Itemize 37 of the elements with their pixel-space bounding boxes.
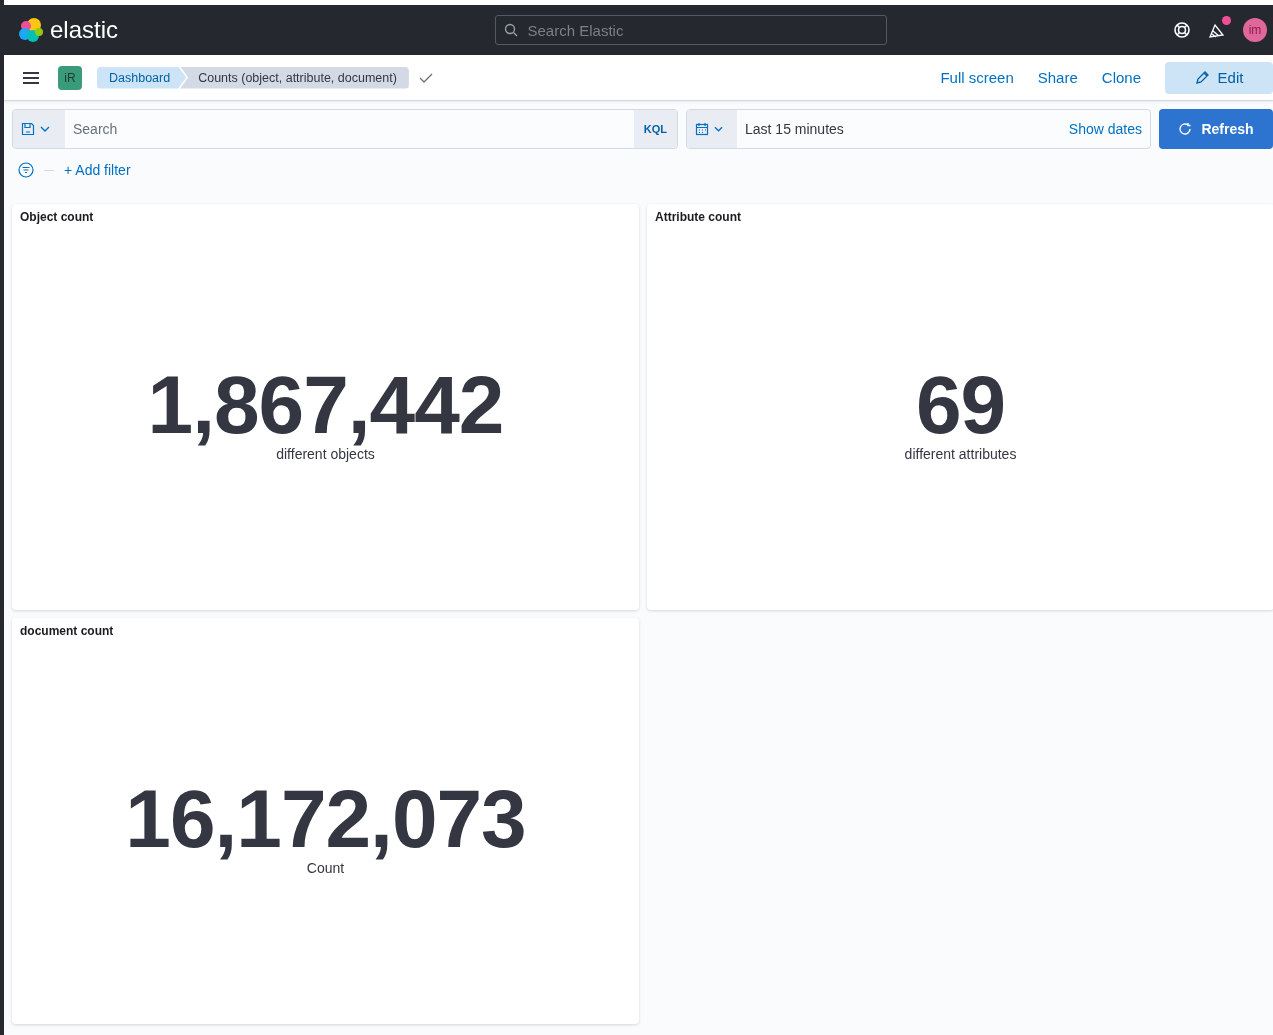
chevron-down-icon[interactable] [714, 126, 723, 132]
check-icon [418, 71, 433, 84]
user-avatar[interactable]: im [1243, 18, 1267, 42]
calendar-icon[interactable] [695, 122, 709, 136]
panel-title: Attribute count [655, 210, 742, 224]
space-avatar[interactable]: iR [58, 65, 82, 90]
save-icon[interactable] [21, 122, 35, 136]
action-link[interactable]: Share [1037, 61, 1078, 94]
menu-icon[interactable] [22, 70, 40, 85]
panel-title: Object count [20, 210, 95, 224]
search-field[interactable]: Search Elastic [494, 15, 887, 45]
filter-icon[interactable] [18, 162, 34, 178]
metric-value: 69 [915, 364, 1006, 446]
action-link[interactable]: Full screen [940, 61, 1014, 94]
metric-label: different attributes [904, 446, 1017, 462]
query-field[interactable]: Search KQL [12, 109, 678, 149]
metric-value: 16,172,073 [125, 778, 526, 860]
language-button[interactable]: KQL [633, 110, 677, 148]
metric-label: different objects [276, 446, 375, 462]
chevron-down-icon[interactable] [40, 126, 50, 132]
refresh-icon [1178, 122, 1193, 136]
search-icon [503, 23, 518, 37]
add-filter-link[interactable]: + Add filter [64, 162, 131, 178]
help-icon[interactable] [1173, 21, 1191, 39]
panel-title: document count [20, 624, 115, 638]
metric-label: Count [306, 860, 345, 876]
breadcrumb[interactable]: Dashboard [97, 66, 187, 89]
refresh-button[interactable]: Refresh [1159, 109, 1273, 149]
edit-button[interactable]: Edit [1165, 61, 1273, 94]
action-link[interactable]: Clone [1101, 61, 1141, 94]
show-dates-link[interactable]: Show dates [1068, 121, 1150, 137]
elastic-logo-icon[interactable] [18, 17, 44, 43]
search-input[interactable]: Search Elastic [525, 20, 878, 40]
breadcrumb[interactable]: Counts (object, attribute, document) [180, 66, 409, 89]
metric-value: 1,867,442 [147, 364, 504, 446]
logo-text: elastic [50, 16, 119, 44]
pencil-icon [1194, 70, 1210, 85]
